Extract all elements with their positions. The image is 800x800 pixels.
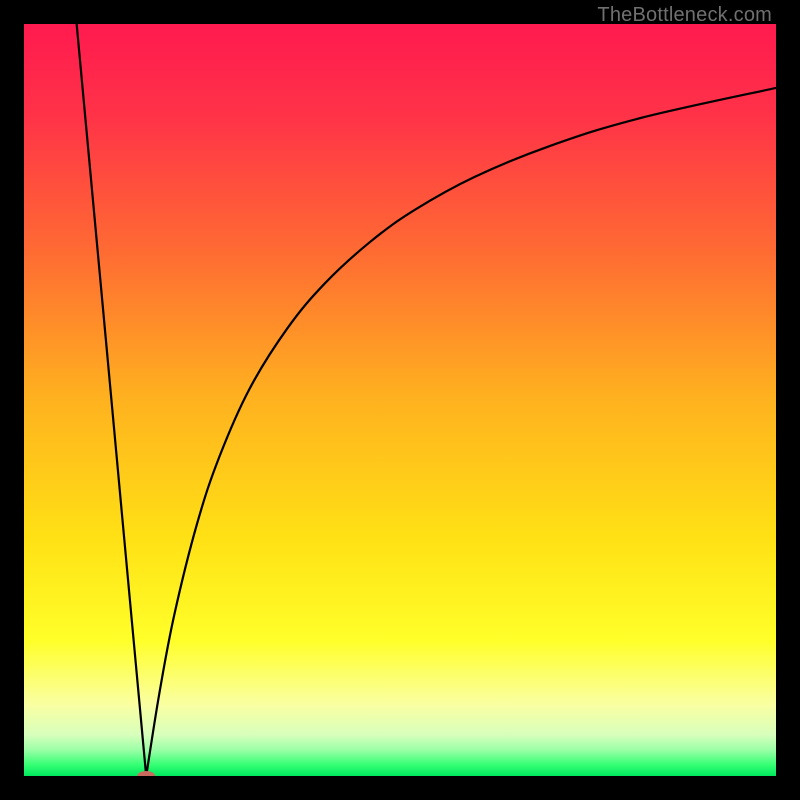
plot-frame <box>24 24 776 776</box>
bottleneck-chart <box>24 24 776 776</box>
watermark-text: TheBottleneck.com <box>597 4 772 27</box>
